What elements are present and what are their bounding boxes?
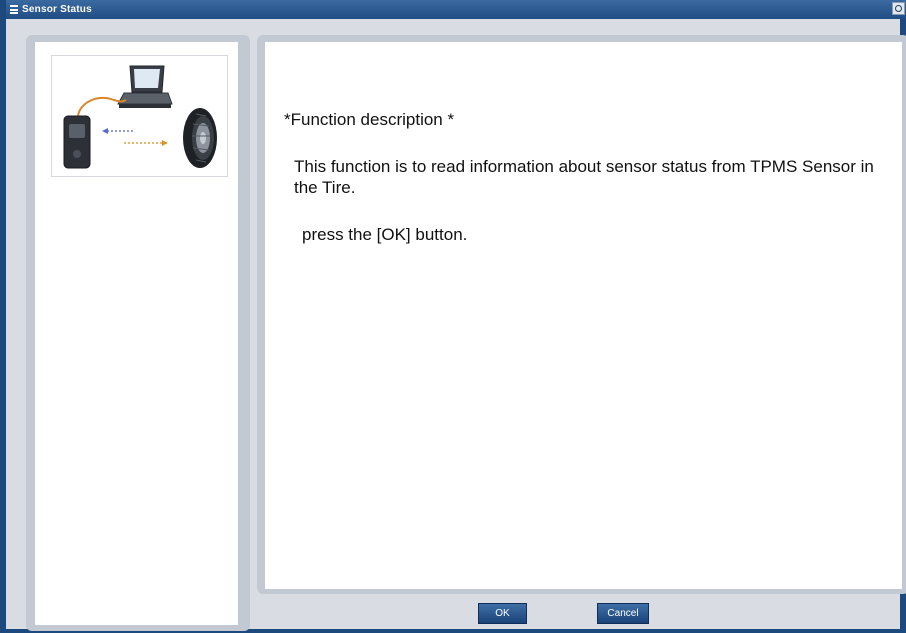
signal-arrows-icon [102, 128, 168, 146]
description-title: *Function description * [284, 110, 455, 129]
description-body: This function is to read information abo… [294, 157, 874, 197]
description-panel-inner: *Function description * This function is… [265, 42, 902, 589]
tpms-tool-icon [63, 115, 91, 169]
illustration-panel-inner [35, 42, 238, 625]
tire-icon [183, 108, 217, 168]
description-panel: *Function description * This function is… [257, 35, 906, 594]
sensor-status-window: Sensor Status *Function description * Th… [0, 0, 906, 633]
menu-icon[interactable] [10, 5, 18, 14]
title-bar[interactable]: Sensor Status [6, 0, 906, 19]
ok-button[interactable]: OK [478, 603, 527, 624]
description-hint: press the [OK] button. [302, 225, 468, 244]
close-icon[interactable] [892, 2, 905, 15]
cancel-button[interactable]: Cancel [597, 603, 649, 624]
illustration-image [51, 55, 228, 177]
illustration-panel [26, 35, 250, 631]
laptop-icon [117, 65, 173, 108]
window-title: Sensor Status [22, 4, 92, 15]
